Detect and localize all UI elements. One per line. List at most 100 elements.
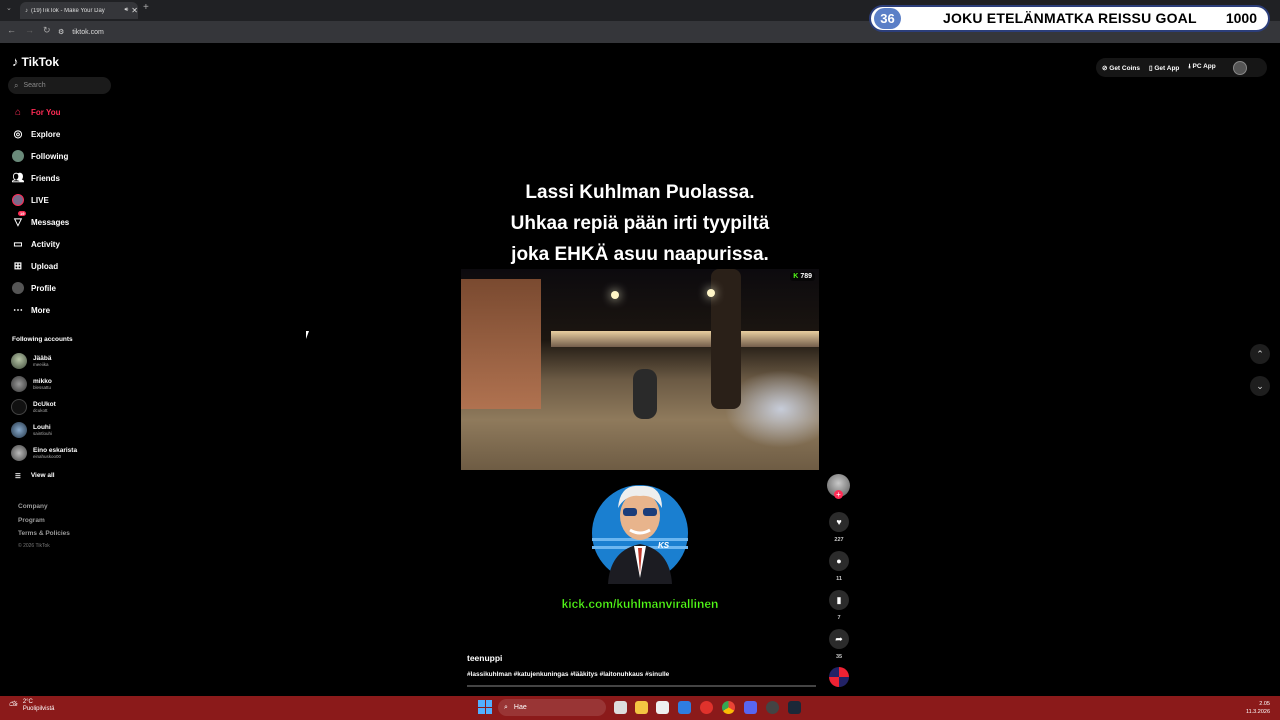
nav-for-you[interactable]: ⌂ For You (12, 106, 61, 118)
tiktok-favicon-icon: ♪ (25, 7, 28, 14)
tiktok-logo[interactable]: ♪ TikTok (12, 54, 59, 69)
taskbar-search[interactable]: ⌕ Hae (498, 699, 606, 716)
comment-button[interactable]: ● (829, 551, 849, 571)
account-item[interactable]: Jääbä meeiika (11, 353, 51, 369)
account-handle: einahuskoo00 (33, 454, 62, 459)
tab-list-chevron-icon[interactable]: ⌄ (6, 4, 12, 12)
tab-audio-icon[interactable]: 🔊︎ (125, 7, 129, 14)
get-coins-button[interactable]: ⊘ Get Coins (1102, 64, 1140, 72)
nav-friends[interactable]: 👥︎ Friends (12, 172, 60, 184)
share-button[interactable]: ➦ (829, 629, 849, 649)
task-view-icon[interactable] (614, 701, 627, 714)
file-explorer-icon[interactable] (635, 701, 648, 714)
goal-title: JOKU ETELÄNMATKA REISSU GOAL (943, 10, 1197, 26)
kick-channel-link: kick.com/kuhlmanvirallinen (561, 597, 719, 611)
music-disc-icon[interactable] (829, 667, 849, 687)
nav-activity[interactable]: ▭ Activity (12, 238, 60, 250)
mascot-logo: KS (592, 485, 688, 584)
reload-icon[interactable]: ↻ (43, 25, 51, 36)
heart-icon: ♥ (836, 517, 842, 527)
caption-line: joka EHKÄ asuu naapurissa. (511, 244, 769, 265)
new-tab-icon[interactable]: + (143, 2, 149, 13)
tab-close-icon[interactable]: ✕ (131, 6, 138, 15)
caption-line: Uhkaa repiä pään irti tyypiltä (510, 213, 770, 234)
tab-title: (19)TikTok - Make Your Day (31, 7, 105, 14)
nav-messages[interactable]: ▽ 19 Messages (12, 211, 70, 228)
nav-live[interactable]: LIVE (12, 194, 49, 206)
avatar (11, 376, 27, 392)
viewer-count: 789 (800, 273, 812, 280)
account-item[interactable]: mikko blessattu (11, 376, 52, 392)
mouse-cursor (306, 331, 309, 339)
site-info-icon[interactable]: ⚙ (58, 28, 64, 36)
home-icon: ⌂ (14, 106, 22, 118)
following-avatar-icon (12, 150, 24, 162)
account-name: Jääbä (33, 355, 52, 362)
account-item[interactable]: DcUkot dcukott (11, 399, 56, 415)
user-avatar[interactable] (1232, 60, 1247, 75)
pc-app-label: PC App (1192, 63, 1216, 70)
copyright: © 2026 TikTok (18, 543, 50, 549)
following-accounts-title: Following accounts (12, 336, 73, 343)
discord-icon[interactable] (744, 701, 757, 714)
nav-label: More (31, 305, 51, 315)
like-button[interactable]: ♥ (829, 512, 849, 532)
activity-icon: ▭ (13, 238, 23, 250)
follow-plus-icon[interactable]: + (834, 490, 843, 499)
system-clock[interactable]: 2.05 11.3.2026 (1246, 700, 1270, 716)
start-button[interactable] (478, 700, 492, 714)
obs-icon[interactable] (766, 701, 779, 714)
like-count: 227 (834, 537, 844, 543)
account-item[interactable]: Eino eskarista einahuskoo00 (11, 445, 77, 461)
store-icon[interactable] (656, 701, 669, 714)
avatar (11, 422, 27, 438)
opera-icon[interactable] (700, 701, 713, 714)
footer-terms-link[interactable]: Terms & Policies (18, 530, 70, 537)
video-progress-bar[interactable] (467, 685, 816, 687)
nav-label: Upload (31, 261, 59, 271)
account-handle: dcukott (33, 408, 48, 413)
account-handle: meeiika (33, 362, 49, 367)
share-icon: ➦ (835, 633, 843, 644)
previous-video-button[interactable]: ⌃ (1250, 344, 1270, 364)
nav-label: Activity (31, 239, 60, 249)
search-input[interactable]: ⌕ Search (8, 77, 111, 94)
nav-label: Messages (31, 217, 70, 227)
account-item[interactable]: Louhi saintlouhi (11, 422, 52, 438)
video-player[interactable]: K 789 (461, 269, 819, 470)
back-icon[interactable]: ← (7, 25, 16, 35)
view-all-button[interactable]: ☰ View all (15, 472, 55, 480)
view-all-label: View all (30, 472, 55, 479)
forward-icon[interactable]: → (25, 25, 34, 35)
nav-label: Explore (31, 129, 61, 139)
steam-icon[interactable] (788, 701, 801, 714)
video-hashtags[interactable]: #lassikuhlman #katujenkuningas #lääkitys… (467, 671, 669, 678)
top-actions: ⊘ Get Coins ▯ Get App ⭳ PC App (1096, 58, 1267, 77)
nav-upload[interactable]: ⊞ Upload (12, 260, 58, 272)
video-author[interactable]: teenuppi (467, 653, 502, 663)
nav-more[interactable]: ⋯ More (12, 304, 50, 316)
friends-icon: 👥︎ (11, 172, 25, 184)
mail-icon[interactable] (678, 701, 691, 714)
search-placeholder: Search (23, 82, 46, 89)
nav-profile[interactable]: Profile (12, 282, 56, 294)
pc-app-button[interactable]: ⭳ PC App (1188, 62, 1215, 73)
video-caption-overlay: Lassi Kuhlman Puolassa. Uhkaa repiä pään… (461, 177, 819, 270)
weather-widget[interactable]: ⛅︎ 2°C Puolipilvistä (9, 699, 55, 713)
footer-program-link[interactable]: Program (18, 517, 45, 524)
footer-company-link[interactable]: Company (18, 503, 48, 510)
nav-explore[interactable]: ◎ Explore (12, 128, 61, 140)
account-name: DcUkot (33, 401, 56, 408)
nav-following[interactable]: Following (12, 150, 68, 162)
share-count: 35 (835, 654, 843, 660)
get-app-button[interactable]: ▯ Get App (1149, 64, 1179, 72)
account-name: Eino eskarista (33, 447, 78, 454)
save-button[interactable]: ▮ (829, 590, 849, 610)
compass-icon: ◎ (13, 128, 23, 140)
chrome-icon[interactable] (722, 701, 735, 714)
kick-logo-icon: K (793, 273, 799, 280)
next-video-button[interactable]: ⌄ (1250, 376, 1270, 396)
browser-tab[interactable]: ♪ (19)TikTok - Make Your Day 🔊︎ ✕ (20, 2, 138, 19)
nav-label: Friends (31, 173, 60, 183)
get-coins-label: Get Coins (1109, 64, 1140, 72)
